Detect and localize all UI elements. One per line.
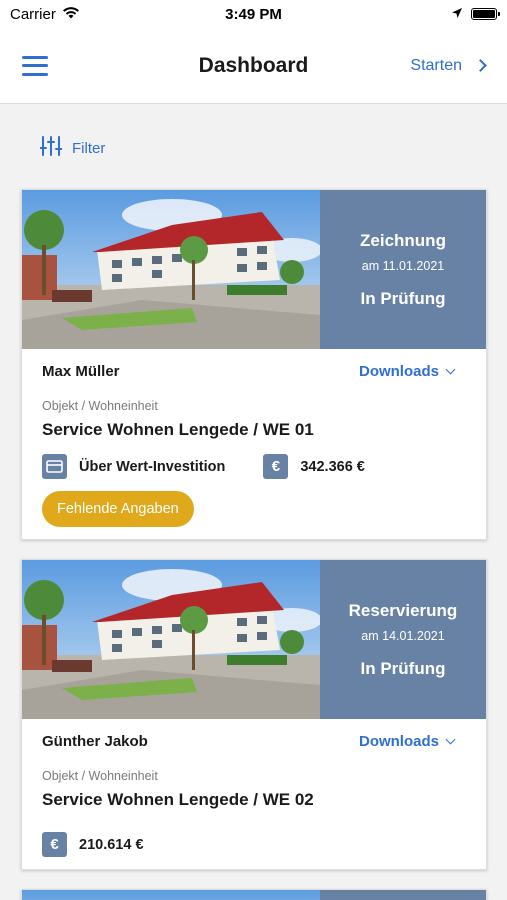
euro-icon: €	[263, 454, 289, 479]
wifi-icon	[62, 6, 80, 23]
credit-card-icon	[42, 454, 67, 479]
status-date: am 14.01.2021	[361, 628, 445, 643]
status-state: In Prüfung	[360, 658, 446, 678]
object-label: Objekt / Wohneinheit	[42, 769, 158, 783]
object-title: Service Wohnen Lengede / WE 01	[42, 420, 314, 439]
status-panel	[320, 890, 486, 900]
amount-value: 210.614 €	[79, 836, 144, 853]
investor-name: Günther Jakob	[42, 733, 148, 750]
downloads-label: Downloads	[358, 363, 439, 380]
filter-label: Filter	[72, 139, 106, 157]
amount: € 342.366 €	[263, 454, 365, 479]
investment-card[interactable]: Reservierung am 14.01.2021 In Prüfung Gü…	[21, 559, 487, 870]
property-image	[22, 190, 320, 349]
nav-bar: Dashboard Starten	[0, 28, 507, 104]
chevron-down-icon	[445, 734, 456, 745]
euro-icon: €	[42, 832, 67, 857]
downloads-dropdown[interactable]: Downloads	[358, 363, 456, 380]
amount: € 210.614 €	[42, 832, 144, 857]
property-image	[22, 560, 320, 719]
object-label: Objekt / Wohneinheit	[42, 399, 158, 413]
status-panel: Zeichnung am 11.01.2021 In Prüfung	[320, 190, 486, 349]
carrier-label: Carrier	[10, 5, 56, 23]
status-title: Zeichnung	[360, 230, 446, 250]
investor-name: Max Müller	[42, 363, 120, 380]
investment-card[interactable]: Zeichnung am 11.01.2021 In Prüfung Max M…	[21, 189, 487, 540]
start-button[interactable]: Starten	[410, 56, 487, 75]
start-button-label: Starten	[410, 56, 462, 74]
downloads-label: Downloads	[358, 733, 439, 750]
status-title: Reservierung	[348, 600, 458, 620]
downloads-dropdown[interactable]: Downloads	[358, 733, 456, 750]
status-panel: Reservierung am 14.01.2021 In Prüfung	[320, 560, 486, 719]
property-image	[22, 890, 320, 900]
filter-button[interactable]: Filter	[39, 136, 106, 160]
missing-info-button[interactable]: Fehlende Angaben	[42, 491, 194, 527]
status-date: am 11.01.2021	[361, 258, 445, 273]
chevron-right-icon	[474, 59, 487, 72]
sliders-icon	[39, 136, 63, 160]
chevron-down-icon	[445, 364, 456, 375]
amount-value: 342.366 €	[300, 458, 365, 475]
investment-type-label: Über Wert-Investition	[79, 458, 226, 475]
status-state: In Prüfung	[360, 288, 446, 308]
investment-type: Über Wert-Investition	[42, 454, 225, 479]
location-arrow-icon	[451, 6, 463, 23]
object-title: Service Wohnen Lengede / WE 02	[42, 790, 314, 809]
menu-icon[interactable]	[22, 55, 48, 76]
clock: 3:49 PM	[225, 5, 282, 23]
investment-card[interactable]	[21, 889, 487, 900]
battery-icon	[471, 8, 500, 20]
status-bar: Carrier 3:49 PM	[0, 0, 507, 28]
